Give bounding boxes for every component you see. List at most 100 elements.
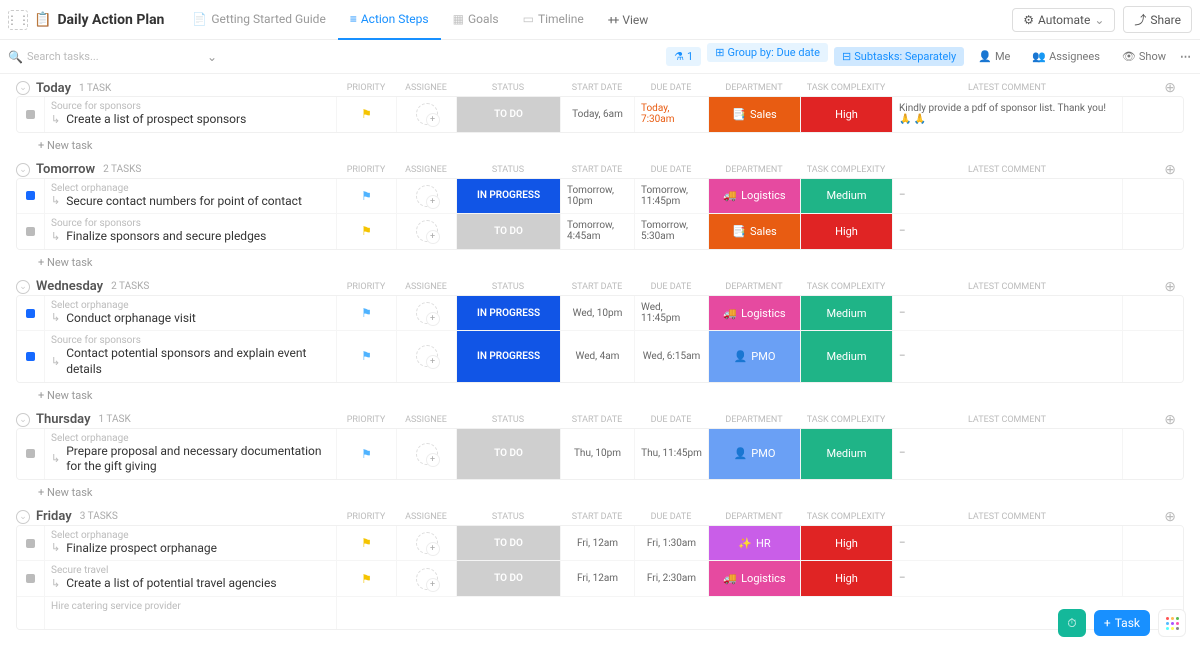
start-date-cell[interactable]: Fri, 12am: [561, 561, 635, 596]
complexity-cell[interactable]: Medium: [801, 179, 893, 214]
group-name[interactable]: Today: [36, 81, 71, 96]
comment-cell[interactable]: –: [893, 179, 1123, 214]
group-collapse-icon[interactable]: ⌄: [16, 81, 30, 95]
task-row[interactable]: Hire catering service provider: [17, 597, 1183, 629]
comment-cell[interactable]: Kindly provide a pdf of sponsor list. Th…: [893, 97, 1123, 132]
add-view-button[interactable]: ++ View: [596, 13, 661, 27]
complexity-cell[interactable]: High: [801, 214, 893, 249]
task-name-cell[interactable]: Secure travel ↳Create a list of potentia…: [45, 561, 337, 596]
group-name[interactable]: Wednesday: [36, 279, 103, 294]
due-date-cell[interactable]: Thu, 11:45pm: [635, 429, 709, 479]
group-collapse-icon[interactable]: ⌄: [16, 413, 30, 427]
task-row[interactable]: Select orphanage ↳Finalize prospect orph…: [17, 526, 1183, 562]
assignee-cell[interactable]: [397, 561, 457, 596]
task-status-square[interactable]: [17, 214, 45, 249]
start-date-cell[interactable]: Today, 6am: [561, 97, 635, 132]
priority-cell[interactable]: ⚑: [337, 561, 397, 596]
assignee-cell[interactable]: [397, 331, 457, 381]
task-name-cell[interactable]: Source for sponsors ↳Finalize sponsors a…: [45, 214, 337, 249]
task-name-cell[interactable]: Select orphanage ↳Conduct orphanage visi…: [45, 296, 337, 331]
automate-button[interactable]: ⚙Automate⌄: [1012, 8, 1115, 32]
complexity-cell[interactable]: High: [801, 97, 893, 132]
task-row[interactable]: Select orphanage ↳Secure contact numbers…: [17, 179, 1183, 215]
priority-cell[interactable]: ⚑: [337, 179, 397, 214]
new-task-fab[interactable]: +Task: [1094, 610, 1150, 636]
priority-cell[interactable]: ⚑: [337, 526, 397, 561]
priority-cell[interactable]: ⚑: [337, 429, 397, 479]
department-cell[interactable]: 📑Sales: [709, 97, 801, 132]
complexity-cell[interactable]: High: [801, 526, 893, 561]
task-name-cell[interactable]: Hire catering service provider: [45, 597, 337, 629]
subtasks-pill[interactable]: ⊟Subtasks: Separately: [834, 47, 964, 66]
task-name-cell[interactable]: Select orphanage ↳Finalize prospect orph…: [45, 526, 337, 561]
status-cell[interactable]: IN PROGRESS: [457, 179, 561, 214]
department-cell[interactable]: ✨HR: [709, 526, 801, 561]
status-cell[interactable]: TO DO: [457, 561, 561, 596]
new-task-button[interactable]: + New task: [16, 480, 1184, 501]
start-date-cell[interactable]: Thu, 10pm: [561, 429, 635, 479]
assignee-cell[interactable]: [397, 179, 457, 214]
task-name-cell[interactable]: Source for sponsors ↳Contact potential s…: [45, 331, 337, 381]
assignee-cell[interactable]: [397, 97, 457, 132]
chevron-down-icon[interactable]: ⌄: [207, 50, 217, 64]
new-task-button[interactable]: + New task: [16, 250, 1184, 271]
task-status-square[interactable]: [17, 429, 45, 479]
task-name-cell[interactable]: Source for sponsors ↳Create a list of pr…: [45, 97, 337, 132]
filter-pill[interactable]: ⚗1: [666, 47, 701, 66]
tab-action-steps[interactable]: ≡Action Steps: [338, 0, 441, 40]
task-status-square[interactable]: [17, 97, 45, 132]
task-name-cell[interactable]: Select orphanage ↳Secure contact numbers…: [45, 179, 337, 214]
group-name[interactable]: Friday: [36, 509, 72, 524]
task-status-square[interactable]: [17, 296, 45, 331]
due-date-cell[interactable]: Wed, 11:45pm: [635, 296, 709, 331]
comment-cell[interactable]: –: [893, 429, 1123, 479]
due-date-cell[interactable]: Tomorrow, 5:30am: [635, 214, 709, 249]
complexity-cell[interactable]: High: [801, 561, 893, 596]
priority-cell[interactable]: ⚑: [337, 97, 397, 132]
comment-cell[interactable]: –: [893, 526, 1123, 561]
due-date-cell[interactable]: Fri, 2:30am: [635, 561, 709, 596]
due-date-cell[interactable]: Fri, 1:30am: [635, 526, 709, 561]
status-cell[interactable]: TO DO: [457, 97, 561, 132]
me-pill[interactable]: 👤Me: [970, 47, 1018, 66]
timer-fab[interactable]: ⏱: [1058, 609, 1086, 637]
task-name-cell[interactable]: Select orphanage ↳Prepare proposal and n…: [45, 429, 337, 479]
complexity-cell[interactable]: Medium: [801, 331, 893, 381]
start-date-cell[interactable]: Tomorrow, 10pm: [561, 179, 635, 214]
add-column-icon[interactable]: ⊕: [1164, 509, 1184, 525]
status-cell[interactable]: IN PROGRESS: [457, 296, 561, 331]
add-column-icon[interactable]: ⊕: [1164, 279, 1184, 295]
department-cell[interactable]: 📑Sales: [709, 214, 801, 249]
task-status-square[interactable]: [17, 331, 45, 381]
complexity-cell[interactable]: Medium: [801, 429, 893, 479]
show-pill[interactable]: 👁Show: [1114, 47, 1174, 66]
add-column-icon[interactable]: ⊕: [1164, 162, 1184, 178]
start-date-cell[interactable]: Wed, 10pm: [561, 296, 635, 331]
due-date-cell[interactable]: Today, 7:30am: [635, 97, 709, 132]
task-row[interactable]: Secure travel ↳Create a list of potentia…: [17, 561, 1183, 597]
group-name[interactable]: Tomorrow: [36, 162, 95, 177]
task-status-square[interactable]: [17, 561, 45, 596]
more-icon[interactable]: ⋯: [1180, 50, 1192, 63]
tab-goals[interactable]: ▦Goals: [441, 0, 511, 40]
comment-cell[interactable]: –: [893, 296, 1123, 331]
due-date-cell[interactable]: Tomorrow, 11:45pm: [635, 179, 709, 214]
tab-timeline[interactable]: ▭Timeline: [511, 0, 596, 40]
new-task-button[interactable]: + New task: [16, 383, 1184, 404]
task-row[interactable]: Select orphanage ↳Prepare proposal and n…: [17, 429, 1183, 479]
drag-handle[interactable]: [17, 597, 45, 629]
search-input[interactable]: [27, 50, 147, 63]
add-column-icon[interactable]: ⊕: [1164, 80, 1184, 96]
start-date-cell[interactable]: Wed, 4am: [561, 331, 635, 381]
groupby-pill[interactable]: ⊞Group by: Due date: [707, 43, 828, 62]
status-cell[interactable]: TO DO: [457, 214, 561, 249]
comment-cell[interactable]: –: [893, 331, 1123, 381]
assignee-cell[interactable]: [397, 214, 457, 249]
add-column-icon[interactable]: ⊕: [1164, 412, 1184, 428]
due-date-cell[interactable]: Wed, 6:15am: [635, 331, 709, 381]
department-cell[interactable]: 🚚Logistics: [709, 296, 801, 331]
group-collapse-icon[interactable]: ⌄: [16, 163, 30, 177]
assignee-cell[interactable]: [397, 429, 457, 479]
complexity-cell[interactable]: Medium: [801, 296, 893, 331]
task-row[interactable]: Source for sponsors ↳Contact potential s…: [17, 331, 1183, 381]
